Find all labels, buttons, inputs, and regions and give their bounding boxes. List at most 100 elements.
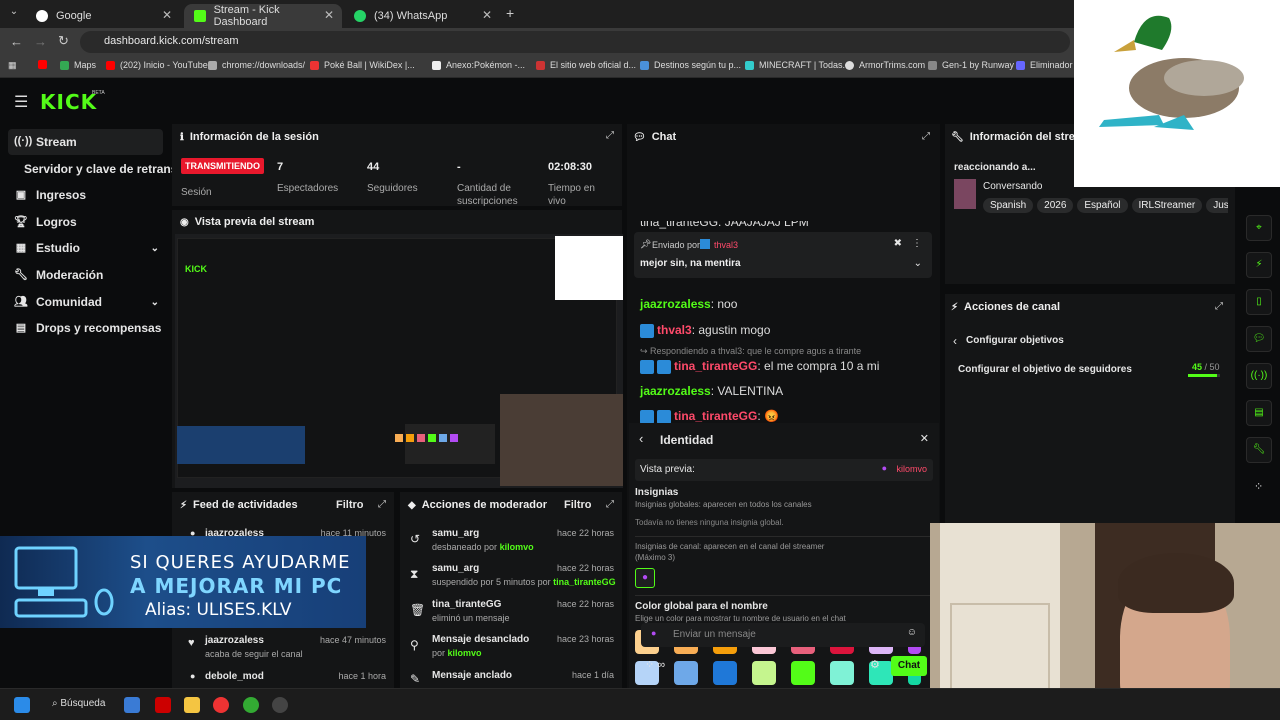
color-swatch[interactable]: [674, 661, 698, 685]
expand-icon[interactable]: ⤢: [606, 499, 614, 510]
google-icon: [36, 10, 48, 22]
tab-kick-dashboard[interactable]: Stream - Kick Dashboard ✕: [184, 4, 342, 28]
badge-icon: [640, 323, 654, 338]
pinned-message[interactable]: 📌︎ Enviado por thval3 ✖ ⋮ mejor sin, na …: [634, 232, 932, 278]
bookmark-wikidex[interactable]: Poké Ball | WikiDex |...: [310, 60, 415, 70]
expand-icon[interactable]: ⤢: [378, 499, 386, 510]
back-icon[interactable]: ‹: [639, 431, 643, 446]
chat-emotes-icon[interactable]: ⁘ ∞: [645, 658, 665, 671]
emoji-icon[interactable]: ☺: [907, 627, 917, 638]
taskbar-app-icon[interactable]: [124, 697, 140, 713]
bookmark-runway[interactable]: Gen-1 by Runway: [928, 60, 1014, 70]
reply-note: ↪ Respondiendo a thval3: que le compre a…: [640, 346, 862, 356]
tab-whatsapp[interactable]: (34) WhatsApp ✕: [344, 4, 500, 28]
unpin-icon: ⚲: [410, 638, 419, 652]
toolbar-target-icon[interactable]: ⌖: [1246, 215, 1272, 241]
live-time-label: Tiempo en vivo: [548, 183, 595, 207]
sidebar-item-moderacion[interactable]: 🔧︎ Moderación: [8, 262, 163, 288]
bookmark-destinos[interactable]: Destinos según tu p...: [640, 60, 741, 70]
tab-google[interactable]: Google ✕: [26, 4, 180, 28]
sidebar-item-server-key[interactable]: Servidor y clave de retransmisión: [18, 156, 174, 182]
close-icon[interactable]: ✕: [920, 432, 929, 445]
bookmark-downloads[interactable]: chrome://downloads/: [208, 60, 305, 70]
back-icon[interactable]: ‹: [953, 334, 957, 348]
chrome-icon[interactable]: [213, 697, 229, 713]
chat-input[interactable]: ● Enviar un mensaje ☺: [641, 623, 925, 647]
identity-popup: ‹ Identidad ✕ Vista previa: ● kilomvo In…: [629, 423, 939, 688]
tag[interactable]: Spanish: [983, 198, 1034, 213]
heart-icon: ♥: [188, 637, 195, 649]
sidebar-item-stream[interactable]: ((·)) Stream: [8, 129, 163, 155]
tag[interactable]: JustC: [1206, 198, 1228, 213]
reload-icon[interactable]: ↻: [58, 33, 69, 49]
sidebar-item-ingresos[interactable]: ▣ Ingresos: [8, 182, 163, 208]
bookmark-anexo[interactable]: Anexo:Pokémon -...: [432, 60, 525, 70]
bookmark-youtube-icon[interactable]: [38, 60, 52, 69]
bookmark-armortrims[interactable]: ArmorTrims.com: [845, 60, 925, 70]
taskbar-search[interactable]: ⌕ Búsqueda: [46, 696, 116, 714]
kick-logo[interactable]: KICK: [40, 90, 97, 114]
chevron-down-icon[interactable]: ⌄: [914, 258, 922, 269]
expand-icon[interactable]: ⤢: [606, 130, 614, 141]
color-swatch[interactable]: [791, 661, 815, 685]
netflix-icon[interactable]: [155, 697, 171, 713]
status-badge: TRANSMITIENDO: [181, 158, 264, 174]
color-swatch[interactable]: [713, 661, 737, 685]
windows-start-icon[interactable]: [14, 697, 30, 713]
globe-icon: [640, 60, 649, 70]
bookmark-pokemon-site[interactable]: El sitio web oficial d...: [536, 60, 636, 70]
sidebar-item-logros[interactable]: 🏆︎ Logros: [8, 209, 163, 235]
mod-filter-button[interactable]: Filtro: [564, 499, 592, 511]
tag[interactable]: 2026: [1037, 198, 1074, 213]
viewers-label: Espectadores: [277, 183, 339, 194]
bookmark-eliminador[interactable]: Eliminador d: [1016, 60, 1080, 70]
expand-icon[interactable]: ⤢: [1215, 301, 1223, 312]
mod-actions-panel: ◆ Acciones de moderador Filtro ⤢: [400, 492, 622, 688]
close-icon[interactable]: ✕: [324, 8, 334, 22]
close-icon[interactable]: ✕: [482, 8, 492, 22]
stream-video[interactable]: KICK: [175, 234, 623, 488]
pin-icon: ✎: [410, 672, 421, 686]
chrome-active-icon[interactable]: [243, 697, 259, 713]
bolt-icon: ⚡︎: [180, 499, 188, 511]
back-icon[interactable]: ←: [10, 34, 23, 49]
settings-icon[interactable]: ⚙: [870, 658, 880, 671]
channel-badge-slot[interactable]: ●: [635, 568, 655, 588]
file-explorer-icon[interactable]: [184, 697, 200, 713]
activity-filter-button[interactable]: Filtro: [336, 499, 364, 511]
tab-list-button[interactable]: ⌄: [6, 6, 22, 22]
close-icon[interactable]: ✕: [162, 8, 172, 22]
color-swatch[interactable]: [752, 661, 776, 685]
wrench-icon: 🔧︎: [951, 131, 964, 143]
new-tab-button[interactable]: +: [506, 5, 514, 21]
toolbar-chat-icon[interactable]: 💬︎: [1246, 326, 1272, 352]
sidebar-item-comunidad[interactable]: 👥︎ Comunidad ⌄: [8, 289, 163, 315]
url-input[interactable]: dashboard.kick.com/stream: [80, 31, 1070, 53]
bookmark-minecraft[interactable]: MINECRAFT | Todas...: [745, 60, 850, 70]
toolbar-broadcast-icon[interactable]: ((·)): [1246, 363, 1272, 389]
apps-icon[interactable]: ▦: [8, 60, 17, 71]
send-chat-button[interactable]: Chat: [891, 656, 927, 676]
tag[interactable]: Español: [1077, 198, 1128, 213]
expand-icon[interactable]: ⤢: [922, 131, 930, 142]
sidebar-item-drops[interactable]: ▤ Drops y recompensas: [8, 315, 163, 341]
toolbar-wrench-icon[interactable]: 🔧︎: [1246, 437, 1272, 463]
reply-icon: ↪: [640, 346, 651, 356]
color-swatch[interactable]: [830, 661, 854, 685]
menu-icon[interactable]: ☰: [14, 92, 28, 112]
tag[interactable]: IRLStreamer: [1131, 198, 1203, 213]
bookmark-maps[interactable]: Maps: [60, 60, 96, 70]
toolbar-more-icon[interactable]: ⁘: [1254, 480, 1263, 493]
more-icon[interactable]: ⋮: [912, 238, 922, 249]
obs-icon[interactable]: [272, 697, 288, 713]
beta-badge: BETA: [92, 90, 105, 96]
forward-icon[interactable]: →: [34, 34, 47, 49]
toolbar-layout-icon[interactable]: ▤: [1246, 400, 1272, 426]
sidebar-item-estudio[interactable]: ▦ Estudio ⌄: [8, 235, 163, 261]
bookmark-youtube[interactable]: (202) Inicio - YouTube: [106, 60, 208, 70]
toolbar-doc-icon[interactable]: ▯: [1246, 289, 1272, 315]
toolbar-bolt-icon[interactable]: ⚡︎: [1246, 252, 1272, 278]
chat-message: jaazrozaless: VALENTINA: [640, 384, 784, 398]
donation-banner: SI QUERES AYUDARME A MEJORAR MI PC Alias…: [0, 536, 366, 628]
unpin-button[interactable]: ✖: [894, 238, 902, 249]
